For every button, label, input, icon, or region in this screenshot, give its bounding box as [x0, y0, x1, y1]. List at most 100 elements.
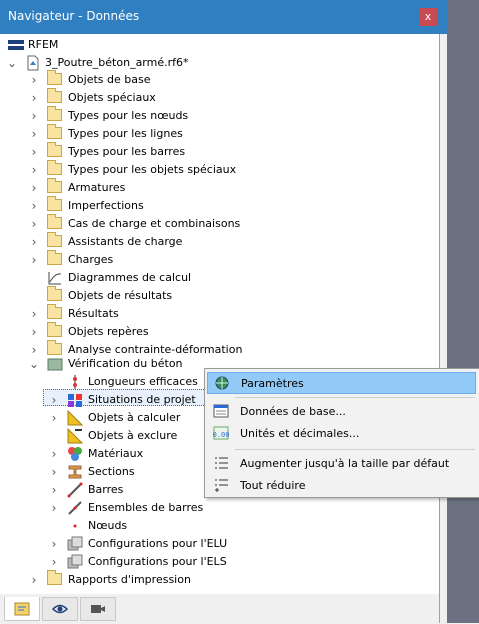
tree-item[interactable]: › Objets de base	[0, 70, 300, 89]
tree-item[interactable]: Objets de résultats	[0, 286, 300, 305]
model-file-icon	[27, 55, 39, 71]
collapse-icon	[215, 479, 228, 492]
window-title: Navigateur - Données	[8, 9, 140, 23]
folder-icon	[47, 106, 62, 121]
tree-child-label: Barres	[88, 483, 124, 496]
chevron-right-icon[interactable]: ›	[48, 463, 60, 481]
tree-item[interactable]: › Objets repères	[0, 322, 300, 341]
chevron-right-icon[interactable]: ›	[28, 233, 40, 251]
chevron-right-icon[interactable]: ›	[28, 323, 40, 341]
chevron-right-icon[interactable]: ›	[48, 499, 60, 517]
tree-child-label: Situations de projet	[88, 393, 196, 406]
menu-item-label: Augmenter jusqu'à la taille par défaut	[240, 457, 450, 470]
video-camera-icon	[91, 605, 105, 613]
diagram-icon	[48, 272, 62, 285]
menu-item-label: Unités et décimales...	[240, 427, 360, 440]
chevron-right-icon[interactable]: ›	[28, 107, 40, 125]
tree-root-label: RFEM	[28, 38, 59, 51]
tree-child-label: Configurations pour l'ELU	[88, 537, 228, 550]
menu-item-label: Données de base...	[240, 405, 346, 418]
data-tab[interactable]	[4, 597, 40, 621]
design-situation-icon	[68, 394, 82, 407]
tree-item[interactable]: › Objets spéciaux	[0, 88, 300, 107]
chevron-right-icon[interactable]: ›	[28, 197, 40, 215]
menu-item-base-data[interactable]: Données de base...	[207, 401, 476, 423]
chevron-right-icon[interactable]: ›	[28, 161, 40, 179]
view-tab[interactable]	[42, 597, 78, 621]
chevron-right-icon[interactable]: ›	[28, 71, 40, 89]
tree-item[interactable]: › Types pour les lignes	[0, 124, 300, 143]
tree-item[interactable]: › Types pour les objets spéciaux	[0, 160, 300, 179]
chevron-right-icon[interactable]: ›	[48, 481, 60, 499]
tree-item[interactable]: › Imperfections	[0, 196, 300, 215]
effective-length-icon	[73, 375, 77, 389]
menu-separator	[235, 397, 475, 398]
materials-icon	[68, 447, 82, 461]
folder-icon	[47, 70, 62, 85]
chevron-right-icon[interactable]: ›	[28, 251, 40, 269]
tree-item[interactable]: › Rapports d'impression	[0, 570, 300, 589]
svg-text:0.00: 0.00	[213, 431, 229, 439]
tree-child-label: Sections	[88, 465, 135, 478]
tree-child-label: Objets à exclure	[88, 429, 178, 442]
chevron-right-icon[interactable]: ›	[48, 445, 60, 463]
folder-icon	[47, 232, 62, 247]
tree-root[interactable]: RFEM	[0, 36, 200, 54]
navigator-tab-bar	[0, 594, 440, 623]
tree-item[interactable]: › Assistants de charge	[0, 232, 300, 251]
tree-item[interactable]: Diagrammes de calcul	[0, 269, 300, 287]
tree-child[interactable]: Nœuds	[0, 517, 300, 535]
members-icon	[67, 482, 83, 498]
chevron-down-icon[interactable]: ⌄	[28, 355, 40, 373]
tree-item[interactable]: › Résultats	[0, 304, 300, 323]
chevron-right-icon[interactable]: ›	[28, 179, 40, 197]
folder-icon	[47, 286, 62, 301]
tree-item-label: Objets spéciaux	[68, 91, 156, 104]
menu-item-collapse-all[interactable]: Tout réduire	[207, 475, 476, 497]
tree-item-label: Types pour les nœuds	[68, 109, 189, 122]
globe-settings-icon	[215, 376, 229, 390]
tree-child-label: Objets à calculer	[88, 411, 181, 424]
tree-item-label: Types pour les barres	[68, 145, 186, 158]
menu-item-label: Tout réduire	[240, 479, 306, 492]
chevron-right-icon[interactable]: ›	[48, 535, 60, 553]
chevron-right-icon[interactable]: ›	[28, 571, 40, 589]
menu-item-expand-default[interactable]: Augmenter jusqu'à la taille par défaut	[207, 453, 476, 475]
chevron-right-icon[interactable]: ›	[28, 125, 40, 143]
menu-item-parameters[interactable]: Paramètres	[207, 372, 476, 394]
tree-item-label: Types pour les lignes	[68, 127, 183, 140]
tree-item-label: Objets repères	[68, 325, 149, 338]
sls-configuration-icon	[67, 554, 83, 569]
chevron-right-icon[interactable]: ›	[28, 215, 40, 233]
tree-item[interactable]: › Types pour les barres	[0, 142, 300, 161]
tree-child[interactable]: › Configurations pour l'ELU	[0, 535, 300, 553]
tree-model-label: 3_Poutre_béton_armé.rf6*	[45, 56, 189, 69]
chevron-right-icon[interactable]: ›	[28, 143, 40, 161]
tree-child-label: Longueurs efficaces	[88, 375, 198, 388]
folder-icon	[47, 570, 62, 585]
chevron-right-icon[interactable]: ›	[48, 409, 60, 427]
tree-item-label: Diagrammes de calcul	[68, 271, 192, 284]
sections-icon	[68, 465, 82, 479]
menu-item-label: Paramètres	[241, 377, 304, 390]
folder-icon	[47, 340, 62, 355]
close-button[interactable]: x	[419, 8, 437, 26]
tree-child[interactable]: › Ensembles de barres	[0, 499, 300, 517]
chevron-right-icon[interactable]: ›	[28, 89, 40, 107]
chevron-right-icon[interactable]: ›	[48, 391, 60, 409]
tree-item-label: Charges	[68, 253, 114, 266]
chevron-right-icon[interactable]: ›	[48, 553, 60, 571]
navigator-tree[interactable]: RFEM ⌄ 3_Poutre_béton_armé.rf6* › Objets …	[0, 34, 440, 594]
tree-child[interactable]: › Configurations pour l'ELS	[0, 553, 300, 571]
chevron-right-icon[interactable]: ›	[28, 305, 40, 323]
camera-tab[interactable]	[80, 597, 116, 621]
tree-model[interactable]: ⌄ 3_Poutre_béton_armé.rf6*	[0, 54, 300, 72]
menu-separator	[235, 449, 475, 450]
tree-item[interactable]: › Charges	[0, 250, 300, 269]
tree-item[interactable]: › Cas de charge et combinaisons	[0, 214, 300, 233]
tree-item[interactable]: › Armatures	[0, 178, 300, 197]
tree-item-label: Armatures	[68, 181, 126, 194]
menu-item-units[interactable]: 0.00 Unités et décimales...	[207, 423, 476, 445]
tree-item[interactable]: › Types pour les nœuds	[0, 106, 300, 125]
chevron-down-icon[interactable]: ⌄	[6, 54, 18, 72]
